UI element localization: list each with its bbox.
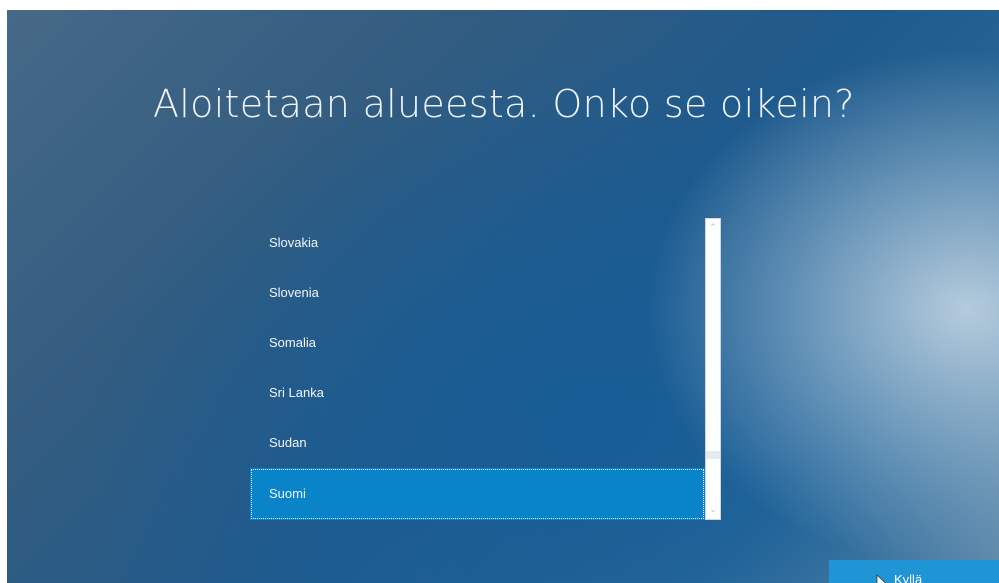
yes-button-label: Kyllä	[894, 572, 923, 583]
region-item-sudan[interactable]: Sudan	[250, 418, 705, 468]
scrollbar-thumb[interactable]	[706, 451, 720, 459]
region-list-scrollbar[interactable]: ⌃ ⌄	[705, 218, 721, 520]
yes-button[interactable]: Kyllä	[829, 560, 999, 583]
region-label: Somalia	[269, 335, 316, 350]
region-item-somalia[interactable]: Somalia	[250, 318, 705, 368]
region-label: Sudan	[269, 435, 307, 450]
region-item-sri-lanka[interactable]: Sri Lanka	[250, 368, 705, 418]
region-item-slovenia[interactable]: Slovenia	[250, 268, 705, 318]
region-label: Sri Lanka	[269, 385, 324, 400]
page-title: Aloitetaan alueesta. Onko se oikein?	[153, 82, 855, 126]
region-label: Slovakia	[269, 235, 319, 250]
region-label: Suomi	[269, 486, 306, 501]
region-item-suomi[interactable]: Suomi	[250, 468, 705, 520]
chevron-up-icon[interactable]: ⌃	[706, 221, 720, 235]
region-label: Slovenia	[269, 285, 319, 300]
region-item-slovakia[interactable]: Slovakia	[250, 218, 705, 268]
mouse-cursor-icon	[876, 574, 887, 583]
region-list[interactable]: Slovakia Slovenia Somalia Sri Lanka Suda…	[250, 218, 705, 520]
chevron-down-icon[interactable]: ⌄	[706, 503, 720, 517]
setup-screen: Aloitetaan alueesta. Onko se oikein? Slo…	[7, 10, 999, 583]
